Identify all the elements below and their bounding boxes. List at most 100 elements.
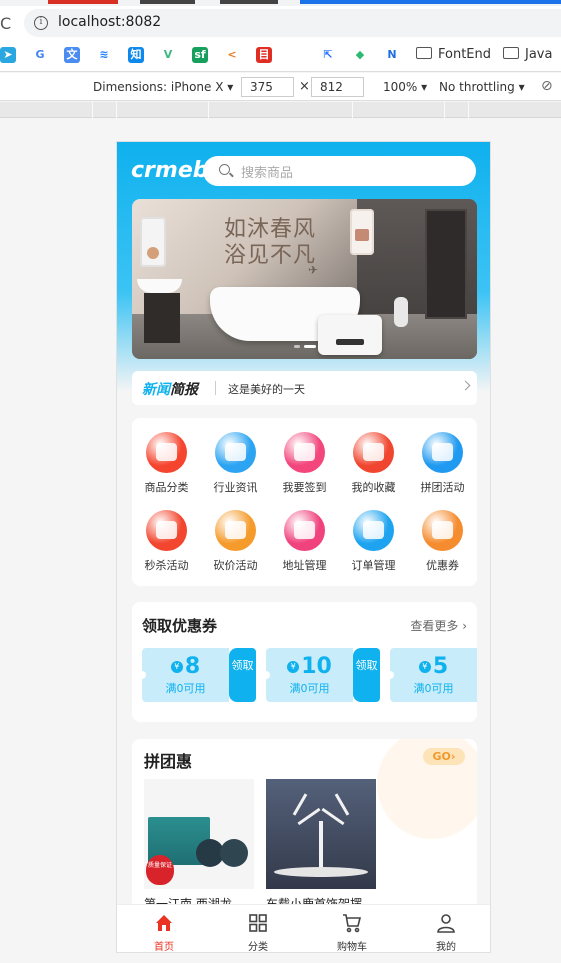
menu-item[interactable]: 拼团活动 xyxy=(408,418,477,494)
browser-tab[interactable] xyxy=(48,0,118,4)
news-brand-b: 简报 xyxy=(170,382,198,398)
chevron-right-icon[interactable] xyxy=(460,380,471,391)
reload-icon[interactable]: C xyxy=(0,14,11,33)
bookmark-folder-fontend[interactable]: FontEnd xyxy=(416,47,491,62)
coupon-amount: ¥10 xyxy=(266,654,353,679)
bookmark-green-icon[interactable]: ◆ xyxy=(352,47,368,63)
coupon-card[interactable]: ¥10 满0可用 领取 xyxy=(266,648,380,702)
menu-item[interactable]: 砍价活动 xyxy=(201,496,270,572)
mobile-viewport: crmeb 搜索商品 如沐春风 浴见不凡 ✈ 新闻简报 这是美好的一天 商品分类… xyxy=(116,141,491,953)
go-button[interactable]: GO› xyxy=(423,748,465,765)
google-bookmark-icon[interactable]: G xyxy=(32,47,48,63)
search-icon xyxy=(219,164,230,175)
menu-item[interactable]: 优惠券 xyxy=(408,496,477,572)
app-logo: crmeb xyxy=(131,158,209,183)
ruler-tick xyxy=(352,102,353,118)
menu-item[interactable]: 商品分类 xyxy=(132,418,201,494)
product-image[interactable]: 质量保证 xyxy=(144,779,254,889)
header-hero: crmeb 搜索商品 如沐春风 浴见不凡 ✈ xyxy=(117,142,490,392)
tea-jar-image xyxy=(220,839,248,867)
home-icon xyxy=(154,913,174,933)
browser-tab[interactable] xyxy=(220,0,278,4)
ruler-tick xyxy=(92,102,93,118)
carousel-indicator xyxy=(132,345,477,349)
bookmark-folder-java[interactable]: Java xyxy=(503,47,552,62)
browser-tab-active[interactable] xyxy=(300,0,561,4)
quick-menu: 商品分类 行业资讯 我要签到 我的收藏 拼团活动秒杀活动 砍价活动 地址管理 订单管理 优惠券 xyxy=(132,418,477,586)
coupon-body: ¥10 满0可用 xyxy=(266,648,353,702)
cart-icon xyxy=(342,913,362,933)
news-text[interactable]: 这是美好的一天 xyxy=(228,381,305,397)
search-input[interactable]: 搜索商品 xyxy=(203,156,476,186)
news-brand: 新闻简报 xyxy=(142,379,198,399)
yen-icon: ¥ xyxy=(287,661,300,673)
device-select[interactable]: Dimensions: iPhone X ▾ xyxy=(93,80,233,94)
crown-icon xyxy=(353,432,394,473)
bookmark-n-icon[interactable]: N xyxy=(384,47,400,63)
bookmark-red-icon[interactable]: 目 xyxy=(256,47,272,63)
menu-item[interactable]: 我的收藏 xyxy=(339,418,408,494)
bag-icon xyxy=(146,432,187,473)
banner-image-water-heater xyxy=(318,315,382,355)
rotate-icon[interactable]: ⊘ xyxy=(541,78,553,94)
sf-bookmark-icon[interactable]: sf xyxy=(192,47,208,63)
claim-coupon-button[interactable]: 领取 xyxy=(353,648,380,702)
throttle-select[interactable]: No throttling ▾ xyxy=(439,80,525,94)
url-text[interactable]: localhost:8082 xyxy=(58,14,161,30)
claim-coupon-button[interactable]: 领取 xyxy=(229,648,256,702)
carousel-dot-active[interactable] xyxy=(303,345,316,348)
coupon-amount: ¥5 xyxy=(390,654,477,679)
calendar-icon xyxy=(284,432,325,473)
layers-bookmark-icon[interactable]: ≋ xyxy=(96,47,112,63)
icon-glyph xyxy=(363,443,384,461)
tree-branch xyxy=(292,793,308,816)
tab-user[interactable]: 我的 xyxy=(399,905,490,952)
tab-grid[interactable]: 分类 xyxy=(211,905,305,952)
device-toolbar: Dimensions: iPhone X ▾ 375 × 812 100% ▾ … xyxy=(0,73,561,101)
product-image[interactable] xyxy=(266,779,376,889)
bottom-tabbar: 首页 分类 购物车 我的 xyxy=(117,904,490,953)
telegram-bookmark-icon[interactable]: ➤ xyxy=(0,47,16,63)
banner-carousel[interactable]: 如沐春风 浴见不凡 ✈ xyxy=(132,199,477,359)
see-more-link[interactable]: 查看更多 › xyxy=(410,617,467,634)
coupon-condition: 满0可用 xyxy=(165,682,206,695)
coupon-card[interactable]: ¥8 满0可用 领取 xyxy=(142,648,256,702)
icon-glyph xyxy=(432,443,453,461)
device-width-input[interactable]: 375 xyxy=(241,77,294,97)
go-label: GO xyxy=(432,750,451,763)
tab-cart[interactable]: 购物车 xyxy=(305,905,399,952)
menu-item[interactable]: 我要签到 xyxy=(270,418,339,494)
news-ticker[interactable]: 新闻简报 这是美好的一天 xyxy=(132,371,477,405)
vue-bookmark-icon[interactable]: V xyxy=(160,47,176,63)
folder-icon xyxy=(503,47,519,59)
menu-item[interactable]: 秒杀活动 xyxy=(132,496,201,572)
browser-tab[interactable] xyxy=(140,0,195,4)
bird-icon: ✈ xyxy=(308,263,319,277)
banner-image-heater xyxy=(350,209,374,255)
tree-branch xyxy=(297,807,321,826)
icon-glyph xyxy=(363,521,384,539)
bookmark-blue-icon[interactable]: ⇱ xyxy=(320,47,336,63)
quote-bookmark-icon[interactable]: < xyxy=(224,47,240,63)
zhihu-bookmark-icon[interactable]: 知 xyxy=(128,47,144,63)
menu-item[interactable]: 订单管理 xyxy=(339,496,408,572)
translate-bookmark-icon[interactable]: 文 xyxy=(64,47,80,63)
tab-label: 首页 xyxy=(154,942,174,953)
banner-image-heater xyxy=(140,217,166,267)
divider xyxy=(215,381,216,395)
zoom-select[interactable]: 100% ▾ xyxy=(383,80,427,94)
tab-home[interactable]: 首页 xyxy=(117,905,211,953)
coupon-body: ¥5 满0可用 xyxy=(390,648,477,702)
icon-glyph xyxy=(294,521,315,539)
menu-item[interactable]: 地址管理 xyxy=(270,496,339,572)
coupon-card[interactable]: ¥5满0可用领取 xyxy=(390,648,477,702)
menu-item[interactable]: 行业资讯 xyxy=(201,418,270,494)
deer-tree-image xyxy=(286,791,356,871)
device-height-input[interactable]: 812 xyxy=(311,77,364,97)
site-info-icon[interactable]: i xyxy=(34,16,48,30)
address-bar[interactable]: i localhost:8082 xyxy=(24,9,561,37)
ruler-tick xyxy=(468,102,469,118)
coupon-condition: 满0可用 xyxy=(289,682,330,695)
search-placeholder: 搜索商品 xyxy=(241,166,294,181)
carousel-dot[interactable] xyxy=(293,345,300,348)
